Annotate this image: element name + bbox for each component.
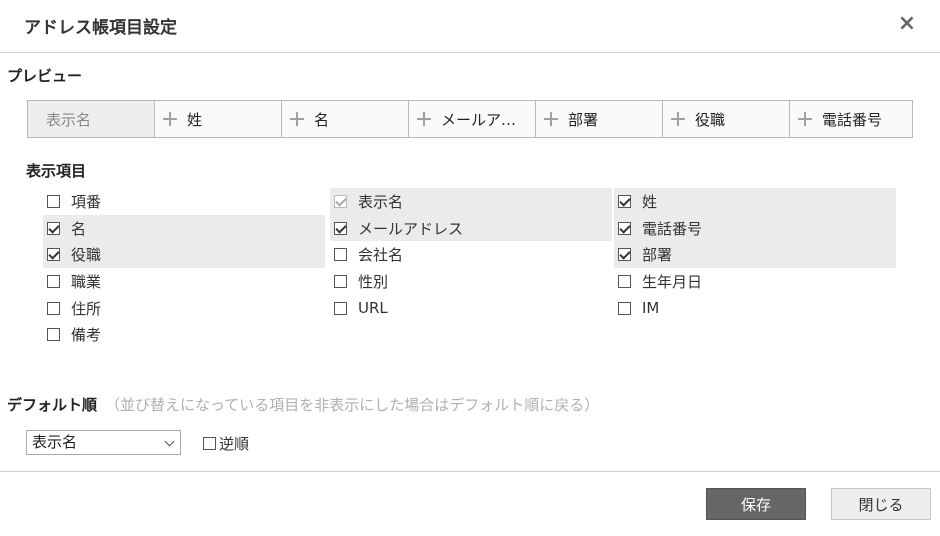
preview-column-label: メールア… xyxy=(441,110,517,129)
default-order-label: デフォルト順 xyxy=(7,396,98,414)
item-checkbox[interactable] xyxy=(47,248,60,262)
header-divider xyxy=(0,52,940,53)
item-label: 住所 xyxy=(71,299,102,318)
item-checkbox[interactable] xyxy=(47,194,60,208)
item-label: 姓 xyxy=(642,192,658,211)
display-item[interactable]: 性別 xyxy=(330,268,612,295)
footer-divider xyxy=(0,471,940,472)
item-label: IM xyxy=(642,299,660,318)
item-checkbox[interactable] xyxy=(618,221,631,235)
item-label: 名 xyxy=(71,219,87,238)
preview-column-label: 表示名 xyxy=(46,110,92,129)
close-button[interactable]: 閉じる xyxy=(831,488,931,520)
preview-column-label: 役職 xyxy=(695,110,726,129)
item-label: 会社名 xyxy=(358,246,404,265)
preview-column[interactable]: 名 xyxy=(282,101,409,137)
preview-column[interactable]: 姓 xyxy=(155,101,282,137)
reverse-label: 逆順 xyxy=(219,435,250,453)
preview-column[interactable]: メールア… xyxy=(409,101,536,137)
display-item[interactable]: 会社名 xyxy=(330,241,612,268)
preview-column-label: 電話番号 xyxy=(822,110,883,129)
default-order-hint: （並び替えになっている項目を非表示にした場合はデフォルト順に戻る） xyxy=(105,396,600,414)
items-column: 姓電話番号部署生年月日 IM xyxy=(614,188,896,321)
move-handle-icon[interactable] xyxy=(544,112,558,126)
preview-bar: 表示名 姓 名 メールア… 部署 役職 電話番号 xyxy=(27,100,913,138)
item-label: 表示名 xyxy=(358,192,404,211)
default-order-select[interactable]: 表示名 xyxy=(26,430,181,455)
item-label: 項番 xyxy=(71,192,102,211)
item-checkbox[interactable] xyxy=(334,301,347,315)
display-item[interactable]: 姓 xyxy=(614,188,896,215)
items-column: 表示名メールアドレス 会社名性別 URL xyxy=(330,188,612,321)
item-label: 職業 xyxy=(71,272,102,291)
items-column: 項番名役職職業住所備考 xyxy=(43,188,325,348)
item-checkbox[interactable] xyxy=(47,328,60,342)
preview-column[interactable]: 部署 xyxy=(536,101,663,137)
display-item[interactable]: URL xyxy=(330,295,612,322)
item-checkbox[interactable] xyxy=(334,221,347,235)
display-item[interactable]: 表示名 xyxy=(330,188,612,215)
item-checkbox[interactable] xyxy=(618,194,631,208)
display-item[interactable]: 名 xyxy=(43,214,325,242)
item-checkbox[interactable] xyxy=(47,274,60,288)
default-order-heading: デフォルト順 （並び替えになっている項目を非表示にした場合はデフォルト順に戻る） xyxy=(7,394,599,415)
item-label: 電話番号 xyxy=(642,219,703,238)
preview-column: 表示名 xyxy=(28,101,155,137)
display-item[interactable]: 電話番号 xyxy=(614,214,896,242)
dialog-title: アドレス帳項目設定 xyxy=(24,18,177,38)
item-label: 生年月日 xyxy=(642,272,703,291)
display-item[interactable]: 職業 xyxy=(43,268,325,295)
item-label: 性別 xyxy=(358,272,389,291)
item-label: 役職 xyxy=(71,246,102,265)
reverse-order-toggle[interactable]: 逆順 xyxy=(203,433,249,454)
display-item[interactable]: 備考 xyxy=(43,321,325,348)
item-checkbox[interactable] xyxy=(47,301,60,315)
item-checkbox[interactable] xyxy=(618,301,631,315)
preview-column-label: 部署 xyxy=(568,110,599,129)
move-handle-icon[interactable] xyxy=(163,112,177,126)
preview-heading: プレビュー xyxy=(7,67,83,85)
preview-column[interactable]: 役職 xyxy=(663,101,790,137)
save-button[interactable]: 保存 xyxy=(706,488,806,520)
display-item[interactable]: メールアドレス xyxy=(330,214,612,242)
move-handle-icon[interactable] xyxy=(290,112,304,126)
close-icon[interactable]: × xyxy=(897,12,917,36)
reverse-checkbox[interactable] xyxy=(203,437,216,450)
item-label: 部署 xyxy=(642,246,673,265)
item-checkbox xyxy=(334,194,347,208)
display-item[interactable]: 生年月日 xyxy=(614,268,896,295)
move-handle-icon[interactable] xyxy=(417,112,431,126)
preview-column[interactable]: 電話番号 xyxy=(790,101,912,137)
move-handle-icon[interactable] xyxy=(798,112,812,126)
item-checkbox[interactable] xyxy=(618,248,631,262)
item-checkbox[interactable] xyxy=(334,248,347,262)
item-label: 備考 xyxy=(71,326,102,345)
item-checkbox[interactable] xyxy=(47,221,60,235)
default-order-selected: 表示名 xyxy=(32,433,78,451)
preview-column-label: 姓 xyxy=(187,110,203,129)
display-item[interactable]: 項番 xyxy=(43,188,325,215)
items-heading: 表示項目 xyxy=(26,162,87,180)
display-item[interactable]: 役職 xyxy=(43,241,325,269)
item-label: メールアドレス xyxy=(358,219,464,238)
display-item[interactable]: 住所 xyxy=(43,295,325,322)
chevron-down-icon xyxy=(164,436,175,447)
preview-column-label: 名 xyxy=(314,110,330,129)
item-label: URL xyxy=(358,299,388,318)
display-item[interactable]: IM xyxy=(614,295,896,322)
display-item[interactable]: 部署 xyxy=(614,241,896,269)
move-handle-icon[interactable] xyxy=(671,112,685,126)
item-checkbox[interactable] xyxy=(618,274,631,288)
item-checkbox[interactable] xyxy=(334,274,347,288)
